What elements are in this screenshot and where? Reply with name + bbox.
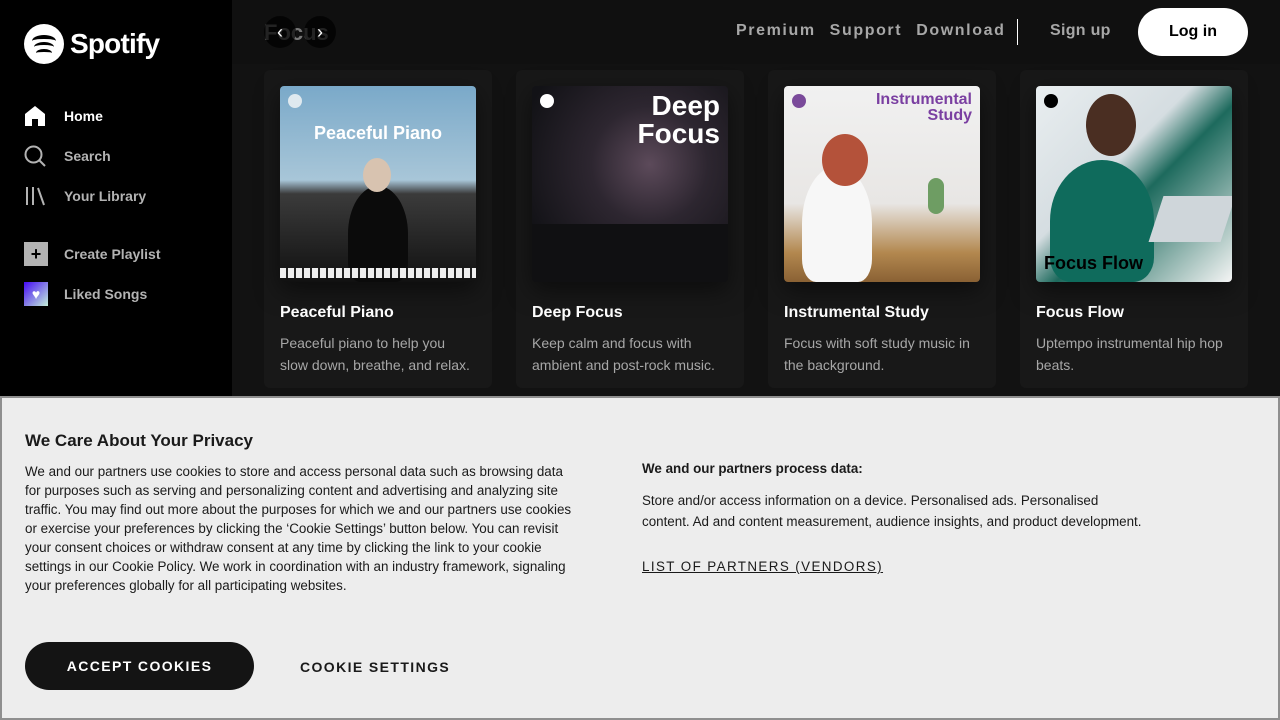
support-link[interactable]: Support [830,22,903,40]
card-description: Peaceful piano to help you slow down, br… [280,335,470,373]
playlist-card-focus-flow[interactable]: Focus Flow Focus Flow Uptempo instrument… [1020,70,1248,388]
card-title: Focus Flow [1036,304,1124,321]
sidebar-item-label: Your Library [64,188,147,204]
cactus-plant [928,178,944,214]
card-title: Deep Focus [532,304,623,321]
cover-title: Deep Focus [630,92,720,148]
sidebar-item-library[interactable]: Your Library [24,176,214,216]
sidebar-action-label: Liked Songs [64,286,148,302]
top-bar: Focus ‹ › Premium Support Download Sign … [232,0,1280,64]
forward-button[interactable]: › [304,16,336,48]
cookie-consent-banner: We Care About Your Privacy We and our pa… [0,396,1280,720]
sidebar-item-label: Home [64,108,103,124]
spotify-logo-icon [24,24,64,64]
cover-title-text: Instrumental Study [875,91,972,124]
sidebar-item-search[interactable]: Search [24,136,214,176]
playlist-grid: Peaceful Piano Peaceful Piano Peaceful p… [264,70,1248,388]
playlist-card-deep-focus[interactable]: Deep Focus Deep Focus Keep calm and focu… [516,70,744,388]
cover-title-text: Deep Focus [637,90,720,149]
spotify-badge-icon [540,94,554,108]
horizon [532,224,728,282]
cookie-processing-body: Store and/or access information on a dev… [642,493,1142,529]
cover-title: Peaceful Piano [313,123,443,143]
spotify-badge-icon [792,94,806,108]
playlist-cover: Focus Flow [1036,86,1232,282]
heart-icon: ♥ [24,282,48,306]
accept-cookies-button[interactable]: ACCEPT COOKIES [25,642,254,690]
plus-icon: + [24,242,48,266]
playlist-cover: Instrumental Study [784,86,980,282]
card-title: Peaceful Piano [280,304,394,321]
chevron-right-icon: › [317,21,323,42]
playlist-card-peaceful-piano[interactable]: Peaceful Piano Peaceful Piano Peaceful p… [264,70,492,388]
back-button[interactable]: ‹ [264,16,296,48]
sidebar-action-label: Create Playlist [64,246,161,262]
worker-head [1086,94,1136,156]
playlist-cover: Peaceful Piano [280,86,476,282]
liked-songs-button[interactable]: ♥ Liked Songs [24,274,214,314]
pianist-head [363,158,391,192]
premium-link[interactable]: Premium [736,22,816,40]
login-button[interactable]: Log in [1138,8,1248,56]
cover-title: Focus Flow [1044,253,1143,273]
cookie-processing-heading: We and our partners process data: [642,461,863,476]
playlist-card-instrumental-study[interactable]: Instrumental Study Instrumental Study Fo… [768,70,996,388]
cookie-body: We and our partners use cookies to store… [25,464,572,593]
download-link[interactable]: Download [916,22,1005,40]
sidebar-item-home[interactable]: Home [24,96,214,136]
laptop [1148,196,1232,242]
sidebar-actions: + Create Playlist ♥ Liked Songs [24,234,214,314]
signup-button[interactable]: Sign up [1050,22,1111,40]
student-hair [822,134,868,186]
card-title: Instrumental Study [784,304,929,321]
sidebar-nav: Home Search Your Library [24,96,214,216]
spotify-badge-icon [1044,94,1058,108]
chevron-left-icon: ‹ [277,21,283,42]
cookie-settings-button[interactable]: COOKIE SETTINGS [300,659,450,675]
home-icon [24,105,46,127]
card-description: Keep calm and focus with ambient and pos… [532,335,715,373]
header-links: Premium Support Download [736,22,1005,40]
piano-keys [280,268,476,278]
cookie-title: We Care About Your Privacy [25,431,253,450]
library-icon [24,185,46,207]
spotify-wordmark: Spotify [70,28,160,59]
card-description: Uptempo instrumental hip hop beats. [1036,335,1223,373]
sidebar-item-label: Search [64,148,111,164]
create-playlist-button[interactable]: + Create Playlist [24,234,214,274]
card-description: Focus with soft study music in the backg… [784,335,970,373]
cover-title: Instrumental Study [862,92,972,124]
playlist-cover: Deep Focus [532,86,728,282]
spotify-badge-icon [288,94,302,108]
spotify-logo[interactable]: Spotify [24,24,160,64]
header-divider [1017,19,1018,45]
search-icon [24,145,46,167]
partners-link[interactable]: LIST OF PARTNERS (VENDORS) [642,559,883,574]
